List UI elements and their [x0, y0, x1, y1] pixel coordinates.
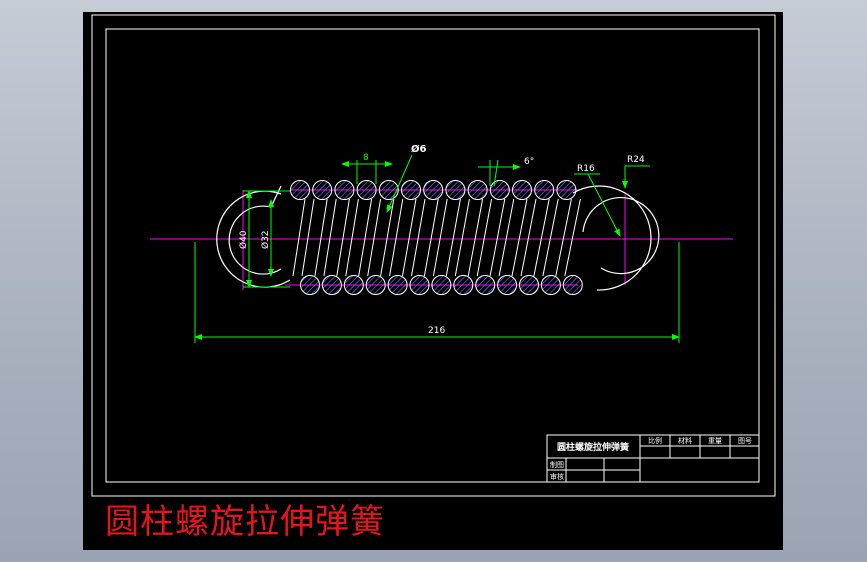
wire-section-bottom — [343, 275, 364, 295]
coil-line — [533, 198, 550, 277]
coil-line — [498, 198, 515, 277]
inner-diameter-label: Ø32 — [260, 230, 271, 249]
pitch-label: 8 — [363, 153, 369, 163]
angle-label: 6° — [524, 157, 534, 167]
title-block-drawn-by: 制图 — [550, 460, 564, 469]
title-block-checked-by: 审核 — [550, 472, 564, 481]
coil-line — [454, 198, 470, 277]
right-hook-inner — [582, 196, 660, 275]
outer-radius-label: R24 — [627, 155, 645, 165]
wire-section-bottom — [321, 275, 342, 295]
coil-line — [555, 198, 572, 277]
outer-frame — [91, 14, 776, 497]
wire-section-top — [378, 180, 399, 200]
drawing-caption: 圆柱螺旋拉伸弹簧 — [105, 502, 385, 542]
wire-section-top — [556, 180, 577, 200]
coil-line — [489, 198, 506, 277]
wire-section-top — [467, 180, 488, 200]
wire-section-top — [423, 180, 444, 200]
wire-section-bottom — [431, 275, 452, 295]
coil-line — [432, 198, 448, 277]
wire-section-bottom — [475, 275, 496, 295]
wire-section-bottom — [519, 275, 539, 295]
radius-leaders — [574, 165, 650, 237]
wire-section-top — [312, 180, 333, 200]
left-hook-top-link — [270, 185, 282, 208]
wire-section-bottom — [562, 275, 583, 295]
coil-line — [467, 198, 484, 277]
coil-line — [476, 198, 493, 277]
left-hook-inner — [228, 205, 282, 275]
wire-section-bottom — [387, 275, 408, 295]
coil-line — [564, 198, 581, 277]
wire-section-bottom — [453, 275, 474, 295]
wire-section-top — [445, 180, 466, 200]
title-block-header-scale: 比例 — [648, 436, 662, 445]
title-block-header-drawing-no: 图号 — [738, 437, 752, 445]
coil-lines — [292, 198, 581, 277]
wire-section-top — [334, 180, 355, 200]
inner-radius-label: R16 — [577, 164, 595, 174]
overall-length-label: 216 — [428, 326, 445, 336]
coil-line — [292, 198, 306, 277]
wire-section-top — [489, 180, 510, 200]
wire-section-bottom — [300, 275, 320, 295]
wire-section-top — [356, 180, 377, 200]
wire-section-top — [534, 180, 555, 200]
title-block-part-name: 圆柱螺旋拉伸弹簧 — [557, 441, 629, 453]
wire-diameter-label: Ø6 — [411, 143, 427, 155]
coil-line — [445, 198, 461, 277]
title-block-header-material: 材料 — [678, 436, 692, 445]
coil-line — [520, 198, 537, 277]
wire-section-top — [401, 180, 421, 200]
coil-line — [301, 198, 315, 277]
coil-line — [423, 198, 439, 277]
outer-diameter-label: Ø40 — [238, 230, 249, 249]
wire-section-bottom — [540, 275, 561, 295]
inner-frame — [105, 28, 760, 483]
wire-section-bottom — [409, 275, 430, 295]
title-block-header-weight: 重量 — [708, 437, 722, 445]
wire-section-bottom — [365, 275, 386, 295]
wire-section-top — [512, 180, 532, 200]
wire-section-top — [290, 180, 310, 200]
coil-line — [542, 198, 559, 277]
wire-section-bottom — [497, 275, 518, 295]
spring-drawing: 8 Ø6 6° R16 R24 Ø40 Ø32 216 圆柱螺旋拉伸弹簧 比例 … — [91, 14, 776, 497]
coil-line — [511, 198, 528, 277]
